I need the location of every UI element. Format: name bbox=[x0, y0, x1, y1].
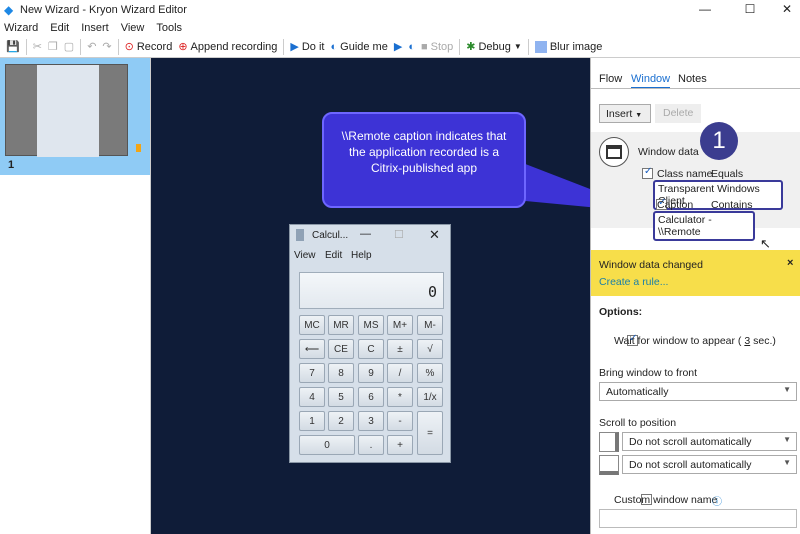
wait-label: Wait for window to appear ( 3 sec.) bbox=[614, 335, 776, 347]
calc-key[interactable]: . bbox=[358, 435, 384, 455]
calc-close-button[interactable]: ✕ bbox=[429, 227, 440, 243]
calc-key[interactable]: 6 bbox=[358, 387, 384, 407]
calc-key[interactable]: 0 bbox=[299, 435, 355, 455]
class-name-label: Class name bbox=[657, 168, 713, 180]
calc-key[interactable]: 5 bbox=[328, 387, 354, 407]
calculator-icon bbox=[296, 229, 304, 241]
horizontal-scroll-icon bbox=[599, 455, 619, 475]
horizontal-scroll-select[interactable]: Do not scroll automatically ▼ bbox=[622, 455, 797, 474]
notice-close-button[interactable]: × bbox=[787, 257, 793, 269]
calc-menu-edit[interactable]: Edit bbox=[325, 250, 342, 261]
calculator-window: Calcul... — ☐ ✕ View Edit Help 0 MC MR MS M… bbox=[289, 224, 451, 463]
tab-notes[interactable]: Notes bbox=[678, 73, 707, 85]
calc-key[interactable]: C bbox=[358, 339, 384, 359]
caption-operator[interactable]: Contains bbox=[711, 199, 752, 211]
calc-key[interactable]: 1 bbox=[299, 411, 325, 431]
chevron-down-icon: ▼ bbox=[783, 385, 791, 394]
chevron-down-icon: ▼ bbox=[783, 458, 791, 467]
info-icon[interactable]: ⓘ bbox=[712, 493, 722, 508]
properties-panel: Flow Window Notes Insert ▼ Delete Window… bbox=[590, 58, 800, 534]
class-name-operator[interactable]: Equals bbox=[711, 168, 743, 180]
calc-key[interactable]: 9 bbox=[358, 363, 384, 383]
calc-key[interactable]: / bbox=[387, 363, 413, 383]
calc-key[interactable]: 7 bbox=[299, 363, 325, 383]
calc-minimize-button[interactable]: — bbox=[360, 228, 371, 240]
calc-key[interactable]: MR bbox=[328, 315, 354, 335]
calc-key[interactable]: 4 bbox=[299, 387, 325, 407]
class-name-checkbox[interactable] bbox=[642, 166, 653, 179]
calc-key[interactable]: - bbox=[387, 411, 413, 431]
calc-key[interactable]: ± bbox=[387, 339, 413, 359]
tab-window[interactable]: Window bbox=[631, 73, 671, 89]
calc-maximize-button[interactable]: ☐ bbox=[394, 228, 404, 241]
insert-dropdown[interactable]: Insert ▼ bbox=[599, 104, 651, 123]
bring-to-front-label: Bring window to front bbox=[599, 367, 698, 379]
calc-key[interactable]: % bbox=[417, 363, 443, 383]
custom-name-label: Custom window name bbox=[614, 494, 718, 506]
calc-key[interactable]: MC bbox=[299, 315, 325, 335]
calc-key[interactable]: 2 bbox=[328, 411, 354, 431]
chevron-down-icon: ▼ bbox=[783, 435, 791, 444]
calculator-display: 0 bbox=[299, 272, 444, 309]
calc-key[interactable]: MS bbox=[358, 315, 384, 335]
window-icon bbox=[599, 137, 629, 167]
step-badge: 1 bbox=[700, 122, 738, 160]
calc-menu-help[interactable]: Help bbox=[351, 250, 372, 261]
calc-key[interactable]: = bbox=[417, 411, 443, 455]
chevron-down-icon: ▼ bbox=[635, 112, 643, 119]
callout-bubble: \\Remote caption indicates that the appl… bbox=[322, 112, 526, 208]
calc-key[interactable]: + bbox=[387, 435, 413, 455]
calc-key[interactable]: CE bbox=[328, 339, 354, 359]
custom-name-input[interactable] bbox=[599, 509, 797, 528]
wait-seconds[interactable]: 3 bbox=[744, 335, 750, 347]
calc-key[interactable]: √ bbox=[417, 339, 443, 359]
scroll-position-label: Scroll to position bbox=[599, 417, 677, 429]
caption-value[interactable]: Calculator - \\Remote bbox=[653, 211, 755, 241]
notice-title: Window data changed bbox=[599, 259, 703, 271]
vertical-scroll-select[interactable]: Do not scroll automatically ▼ bbox=[622, 432, 797, 451]
calc-key[interactable]: M+ bbox=[387, 315, 413, 335]
window-data-label: Window data bbox=[638, 146, 699, 158]
calc-key[interactable]: M- bbox=[417, 315, 443, 335]
calculator-title: Calcul... bbox=[312, 230, 349, 241]
calc-key[interactable]: 1/x bbox=[417, 387, 443, 407]
calc-key[interactable]: * bbox=[387, 387, 413, 407]
calc-key[interactable]: ⟵ bbox=[299, 339, 325, 359]
caption-label: Caption bbox=[657, 199, 694, 211]
options-label: Options: bbox=[599, 306, 643, 318]
calc-key[interactable]: 3 bbox=[358, 411, 384, 431]
vertical-scroll-icon bbox=[599, 432, 619, 452]
window-data-changed-notice: Window data changed × Create a rule... bbox=[591, 250, 800, 296]
create-rule-link[interactable]: Create a rule... bbox=[599, 276, 668, 288]
bring-to-front-select[interactable]: Automatically ▼ bbox=[599, 382, 797, 401]
delete-button[interactable]: Delete bbox=[655, 104, 701, 123]
calc-key[interactable]: 8 bbox=[328, 363, 354, 383]
calc-menu-view[interactable]: View bbox=[294, 250, 316, 261]
tab-flow[interactable]: Flow bbox=[599, 73, 622, 85]
